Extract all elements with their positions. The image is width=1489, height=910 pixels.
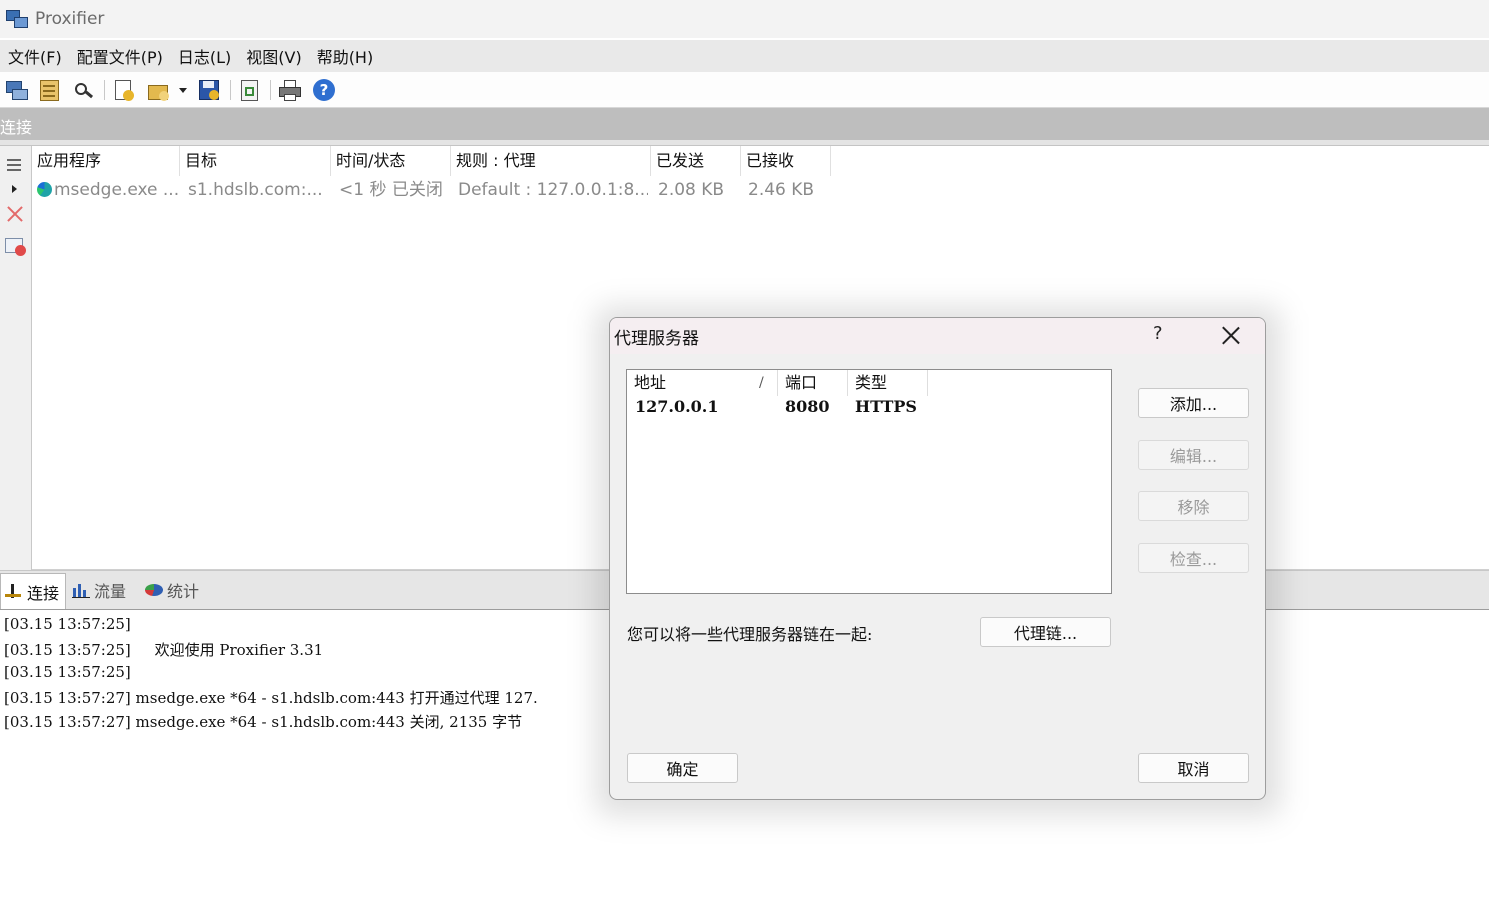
menu-file[interactable]: 文件(F) [8,44,62,68]
connections-header-label: 连接 [0,118,33,137]
proxy-chain-hint: 您可以将一些代理服务器链在一起: [627,625,873,644]
title-bar: Proxifier [0,0,1489,38]
proxy-servers-dialog: 代理服务器 ? 地址 / 端口 类型 127.0.0.1 8080 HTTPS … [609,317,1266,800]
edit-button[interactable]: 编辑... [1138,440,1249,470]
cell-sent: 2.08 KB [658,180,725,200]
column-header-address-label: 地址 [634,373,667,392]
sort-indicator: / [759,375,764,391]
add-button[interactable]: 添加... [1138,388,1249,418]
new-profile-icon[interactable] [112,78,136,102]
connections-tab-icon [5,583,23,600]
proxy-servers-icon[interactable] [5,78,29,102]
print-icon[interactable] [278,78,302,102]
proxy-type: HTTPS [855,397,917,416]
help-icon[interactable]: ? [312,78,336,102]
dialog-help-button[interactable]: ? [1153,323,1163,344]
save-profile-icon[interactable] [197,78,221,102]
columns-icon[interactable] [4,156,26,176]
traffic-chart-icon [72,582,90,598]
dropdown-arrow-icon[interactable] [176,78,190,102]
cancel-button[interactable]: 取消 [1138,753,1249,783]
tab-traffic[interactable]: 流量 [68,573,130,607]
tab-connections-label: 连接 [27,583,60,603]
cell-received: 2.46 KB [748,180,815,200]
menu-profile[interactable]: 配置文件(P) [77,44,163,68]
column-header-target[interactable]: 目标 [180,146,331,176]
close-icon[interactable] [1222,326,1240,344]
connections-side-toolbar [0,146,32,570]
statistics-pie-icon [145,582,163,598]
menu-help[interactable]: 帮助(H) [317,44,374,68]
log-line: [03.15 13:57:25] [4,663,131,681]
connections-header: 连接 [0,108,1489,140]
column-header-type[interactable]: 类型 [848,370,928,396]
log-line: [03.15 13:57:27] msedge.exe *64 - s1.hds… [4,713,523,731]
ok-button[interactable]: 确定 [627,753,738,783]
cell-target: s1.hdslb.com:... [188,180,323,200]
tab-statistics-label: 统计 [167,582,200,601]
tab-statistics[interactable]: 统计 [141,573,203,607]
cell-status: <1 秒 已关闭 [339,180,443,200]
toolbar-separator [230,80,231,100]
toolbar-separator [270,80,271,100]
column-header-application[interactable]: 应用程序 [32,146,180,176]
advanced-icon[interactable] [238,78,262,102]
log-line: [03.15 13:57:25] [4,615,131,633]
proxy-address: 127.0.0.1 [635,397,719,416]
toolbar: ? [0,72,1489,108]
menu-log[interactable]: 日志(L) [178,44,231,68]
cell-application: msedge.exe ... [54,180,178,200]
tab-traffic-label: 流量 [94,582,127,601]
menu-bar: 文件(F) 配置文件(P) 日志(L) 视图(V) 帮助(H) [0,40,1489,72]
open-profile-icon[interactable] [147,78,171,102]
dialog-title: 代理服务器 [614,329,699,349]
proxy-chain-button[interactable]: 代理链... [980,617,1111,647]
name-resolution-icon[interactable] [71,78,95,102]
close-connection-icon[interactable] [4,204,26,224]
tab-connections[interactable]: 连接 [0,573,66,609]
log-line: [03.15 13:57:25] 欢迎使用 Proxifier 3.31 [4,641,324,659]
proxy-port: 8080 [785,397,830,416]
proxy-server-list: 地址 / 端口 类型 127.0.0.1 8080 HTTPS [626,369,1112,594]
window-title: Proxifier [35,9,105,29]
cell-rule-proxy: Default : 127.0.0.1:8... [458,180,648,200]
proxification-rules-icon[interactable] [38,78,62,102]
dialog-title-bar: 代理服务器 ? [610,318,1265,354]
menu-view[interactable]: 视图(V) [246,44,301,68]
column-header-sent[interactable]: 已发送 [651,146,741,176]
column-header-rule[interactable]: 规则 : 代理 [451,146,651,176]
column-header-received[interactable]: 已接收 [741,146,831,176]
column-header-status[interactable]: 时间/状态 [331,146,451,176]
toolbar-separator [104,80,105,100]
check-button[interactable]: 检查... [1138,543,1249,573]
column-header-address[interactable]: 地址 / [627,370,778,396]
edge-browser-icon [37,182,52,197]
clear-list-icon[interactable] [4,236,26,256]
log-line: [03.15 13:57:27] msedge.exe *64 - s1.hds… [4,689,538,707]
column-header-port[interactable]: 端口 [778,370,848,396]
proxifier-app-icon [4,6,30,32]
expand-arrow-icon[interactable] [4,182,26,202]
remove-button[interactable]: 移除 [1138,491,1249,521]
